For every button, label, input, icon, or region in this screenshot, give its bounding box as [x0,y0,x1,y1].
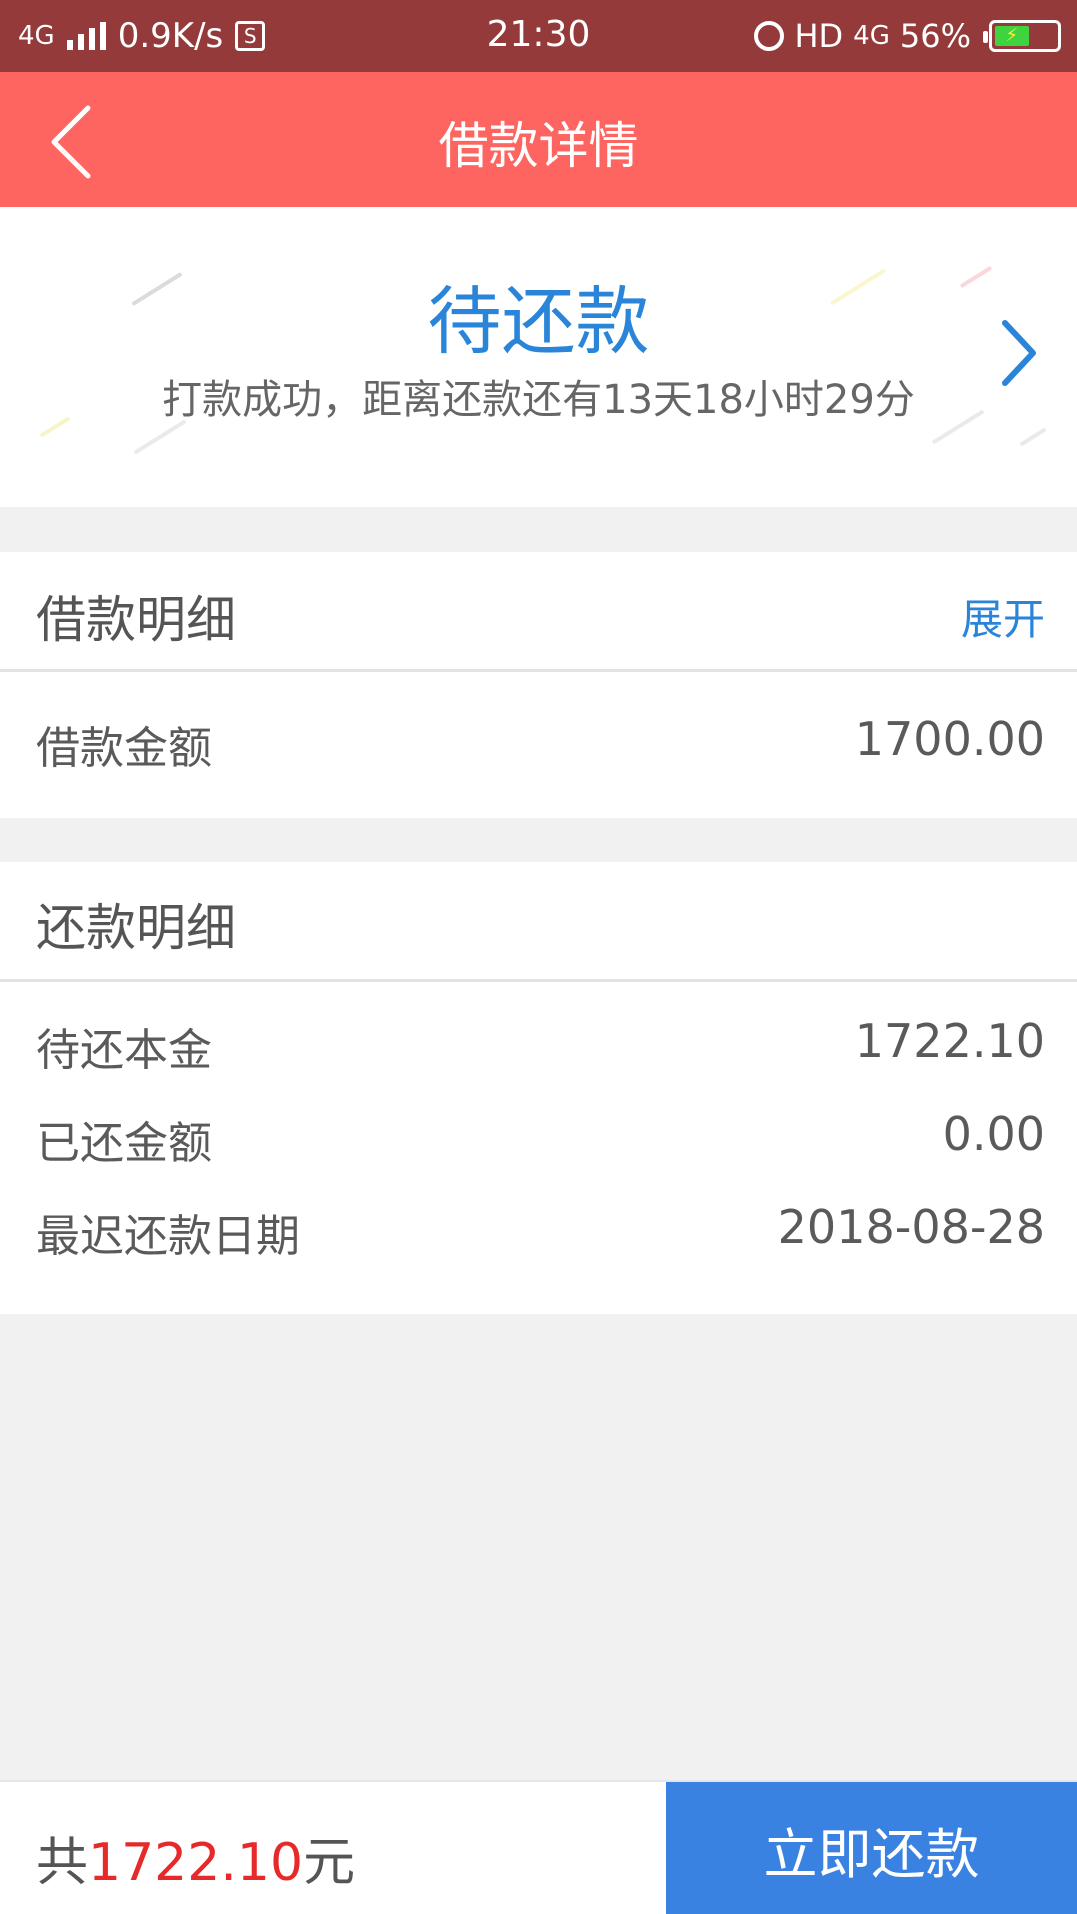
expand-button[interactable]: 展开 [961,586,1045,647]
battery-percent: 56% [899,17,971,55]
decor-line [1019,427,1047,447]
detail-row: 最迟还款日期 2018-08-28 [0,1180,1077,1273]
status-bar-right: HD 4G 56% ⚡ [754,14,1061,58]
battery-level: ⚡ [995,26,1029,46]
status-description: 打款成功，距离还款还有13天18小时29分 [162,377,915,423]
chevron-right-icon[interactable] [997,317,1041,389]
row-value: 2018-08-28 [777,1200,1045,1254]
repay-detail-section: 还款明细 待还本金 1722.10 已还金额 0.00 最迟还款日期 2018-… [0,862,1077,1314]
row-value: 0.00 [942,1107,1045,1161]
row-label: 已还金额 [36,1118,212,1169]
battery-icon: ⚡ [983,20,1061,52]
row-value: 1700.00 [854,712,1045,766]
network-type-2: 4G [853,21,890,51]
alarm-icon [754,21,785,51]
row-label: 最迟还款日期 [36,1211,300,1262]
status-bar: 4G 0.9K/s S 21:30 HD 4G 56% ⚡ [0,0,1077,72]
detail-row: 借款金额 1700.00 [0,692,1077,785]
row-value: 1722.10 [854,1014,1045,1068]
loan-detail-section: 借款明细 展开 借款金额 1700.00 [0,552,1077,818]
repay-detail-title: 还款明细 [36,899,236,957]
total-prefix: 共 [36,1833,89,1893]
hd-indicator: HD [794,17,844,55]
loan-detail-header: 借款明细 展开 [0,552,1077,672]
detail-row: 已还金额 0.00 [0,1087,1077,1180]
app-header: 借款详情 [0,72,1077,207]
page-title: 借款详情 [438,117,639,175]
detail-row: 待还本金 1722.10 [0,994,1077,1087]
row-label: 待还本金 [36,1025,212,1076]
repay-now-button[interactable]: 立即还款 [666,1782,1077,1914]
repay-detail-header: 还款明细 [0,862,1077,982]
bottom-bar: 共1722.10元 立即还款 [0,1780,1077,1914]
status-title: 待还款 [427,279,650,365]
total-amount: 1722.10 [88,1833,304,1893]
loan-status-card[interactable]: 待还款 打款成功，距离还款还有13天18小时29分 [0,207,1077,507]
total-amount-text: 共1722.10元 [36,1820,355,1895]
loan-detail-title: 借款明细 [36,591,236,649]
row-label: 借款金额 [36,723,212,774]
total-suffix: 元 [303,1833,356,1893]
